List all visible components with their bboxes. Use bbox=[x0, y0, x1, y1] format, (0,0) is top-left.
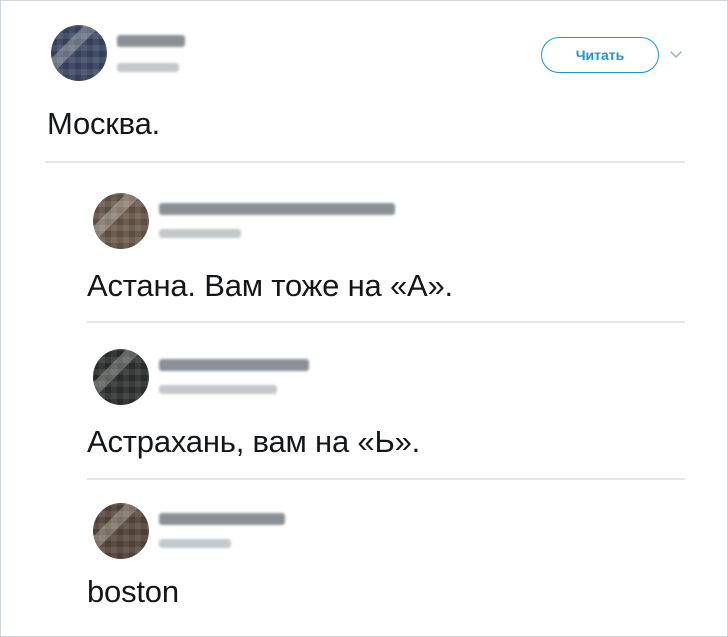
author-handle-redacted bbox=[159, 385, 277, 394]
author-handle-redacted bbox=[159, 539, 231, 548]
tweet-text: Москва. bbox=[47, 106, 161, 141]
chevron-down-icon[interactable] bbox=[668, 49, 684, 61]
author-name-redacted[interactable] bbox=[159, 203, 395, 215]
tweet-thread: Читать Москва. Астана. Вам тоже на «А». … bbox=[0, 0, 728, 637]
avatar[interactable] bbox=[93, 193, 149, 249]
follow-button[interactable]: Читать bbox=[541, 37, 659, 73]
divider bbox=[87, 478, 685, 480]
divider bbox=[87, 321, 685, 323]
avatar[interactable] bbox=[93, 503, 149, 559]
avatar[interactable] bbox=[51, 25, 107, 81]
author-handle-redacted bbox=[117, 63, 179, 72]
author-name-redacted[interactable] bbox=[117, 35, 185, 47]
reply-text: Астана. Вам тоже на «А». bbox=[87, 268, 453, 303]
author-name-redacted[interactable] bbox=[159, 359, 309, 371]
author-handle-redacted bbox=[159, 229, 241, 238]
reply-text: Астрахань, вам на «Ь». bbox=[87, 424, 421, 459]
author-name-redacted[interactable] bbox=[159, 513, 285, 525]
avatar[interactable] bbox=[93, 349, 149, 405]
reply-text: boston bbox=[87, 574, 179, 609]
divider bbox=[45, 161, 685, 163]
